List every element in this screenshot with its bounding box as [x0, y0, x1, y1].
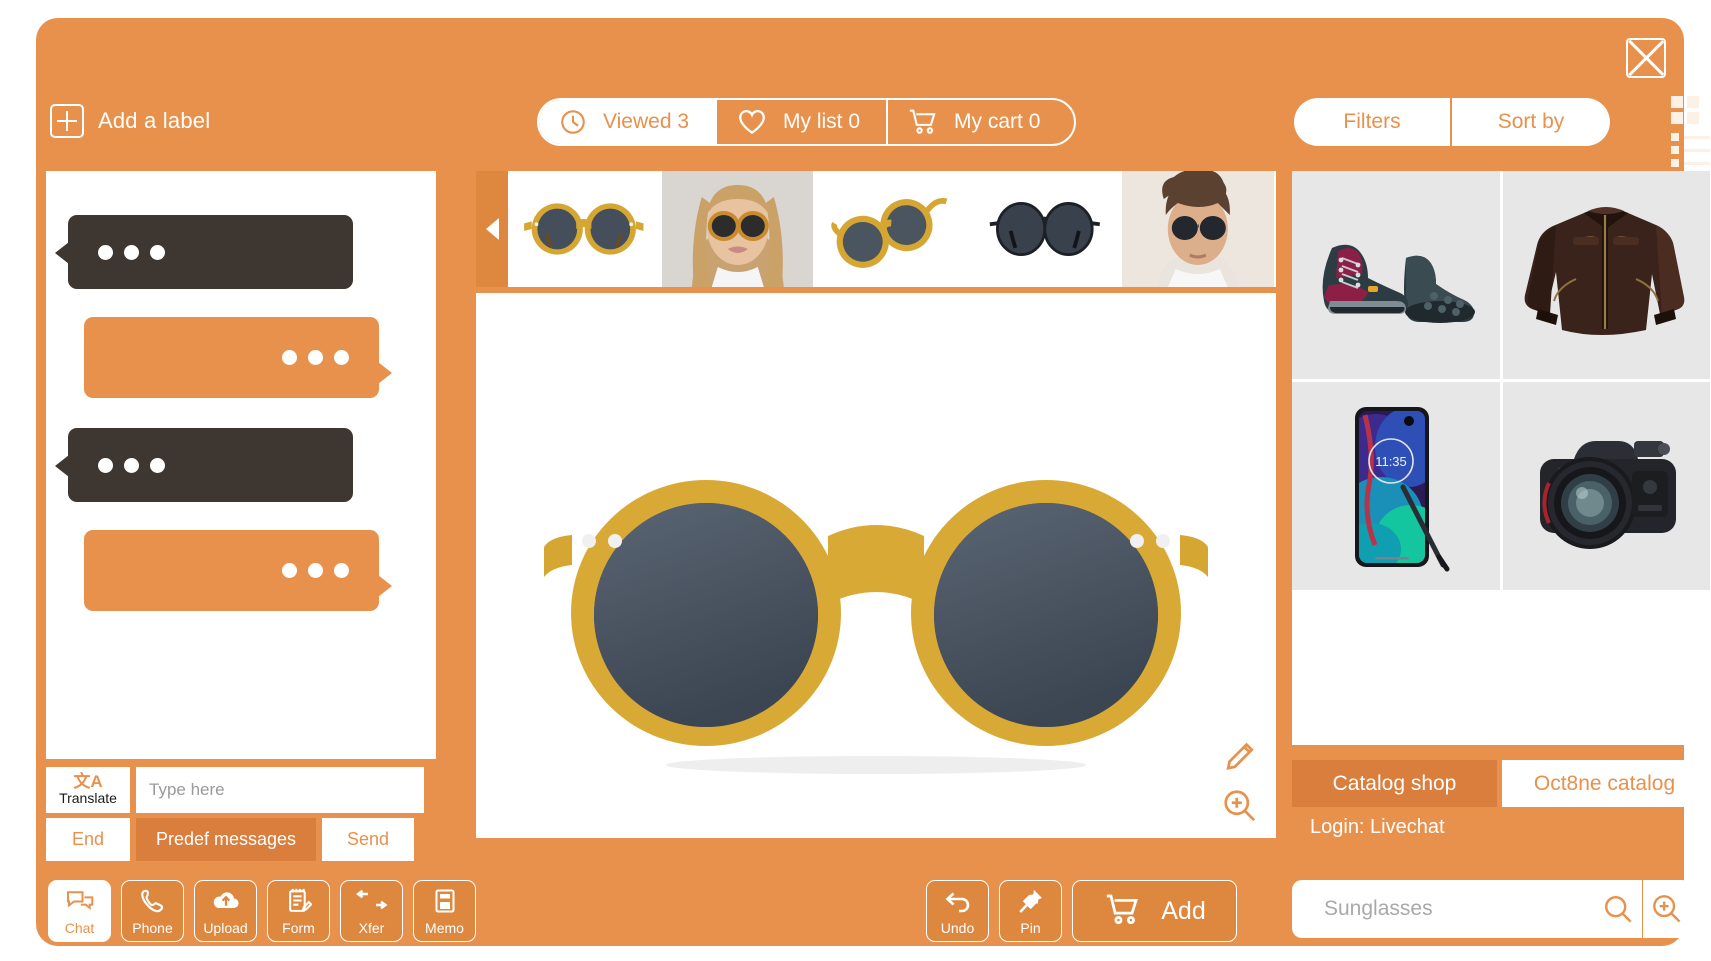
nav-viewed-label: Viewed 3 — [603, 110, 690, 133]
pin-button[interactable]: Pin — [999, 880, 1062, 942]
catalog-search-input[interactable] — [1292, 880, 1595, 938]
product-grid: 11:35 — [1292, 171, 1710, 590]
catalog-search-bar — [1292, 880, 1692, 938]
end-chat-button[interactable]: End — [46, 818, 130, 861]
tool-upload-label: Upload — [203, 919, 248, 936]
product-leather-jacket[interactable] — [1502, 171, 1710, 379]
typing-indicator — [282, 350, 349, 365]
add-label-button[interactable]: Add a label — [50, 104, 210, 138]
arrow-left-icon — [485, 218, 499, 240]
main-product-image — [544, 480, 1208, 774]
product-dslr-camera[interactable] — [1502, 382, 1710, 590]
top-bar: Add a label Viewed 3 My list 0 My cart 0… — [36, 96, 1710, 167]
predef-messages-button[interactable]: Predef messages — [136, 818, 316, 861]
nav-segment-group: Viewed 3 My list 0 My cart 0 — [537, 98, 1077, 146]
phone-icon — [140, 881, 166, 921]
login-status: Login: Livechat — [1310, 816, 1445, 838]
tool-form-label: Form — [282, 919, 315, 936]
product-smartphone-stylus[interactable]: 11:35 — [1292, 382, 1500, 590]
translate-label: Translate — [59, 790, 117, 807]
list-view-icon[interactable] — [1671, 133, 1710, 167]
form-edit-icon — [286, 881, 312, 921]
filters-button[interactable]: Filters — [1294, 98, 1452, 146]
chat-bubble-user — [84, 317, 392, 398]
nav-viewed[interactable]: Viewed 3 — [539, 100, 718, 144]
cart-icon — [909, 109, 936, 134]
chat-bubbles-icon — [65, 881, 95, 921]
tool-phone[interactable]: Phone — [121, 880, 184, 942]
thumbnail-woman-wearing-sunglasses[interactable] — [661, 171, 816, 287]
tab-oct8ne-catalog[interactable]: Oct8ne catalog — [1502, 760, 1707, 807]
transfer-arrows-icon — [355, 881, 388, 921]
send-button[interactable]: Send — [322, 818, 414, 861]
nav-my-list-label: My list 0 — [783, 110, 861, 133]
undo-label: Undo — [940, 919, 975, 936]
add-label-text: Add a label — [98, 108, 211, 133]
chat-input-row: 文A Translate — [46, 767, 424, 813]
translate-icon: 文A — [73, 772, 103, 792]
thumbnail-man-wearing-sunglasses[interactable] — [1122, 171, 1276, 287]
tool-memo[interactable]: Memo — [413, 880, 476, 942]
chat-message-input[interactable] — [136, 767, 424, 813]
magnify-plus-icon — [1653, 895, 1681, 923]
undo-button[interactable]: Undo — [926, 880, 989, 942]
chat-bubble-agent — [55, 215, 353, 289]
chat-transcript — [46, 171, 436, 759]
floppy-memo-icon — [433, 881, 457, 921]
view-toggle-group — [1671, 96, 1710, 167]
svg-text:11:35: 11:35 — [1375, 454, 1407, 469]
thumbnail-yellow-round-sunglasses-front[interactable] — [508, 171, 662, 287]
close-icon[interactable] — [1626, 38, 1666, 78]
grid-view-icon[interactable] — [1671, 96, 1710, 124]
thumbnail-prev-button[interactable] — [476, 171, 508, 287]
cloud-upload-icon — [211, 881, 241, 921]
sort-by-button[interactable]: Sort by — [1452, 98, 1610, 146]
add-to-cart-button[interactable]: Add — [1072, 880, 1237, 942]
magnify-plus-icon[interactable] — [1222, 788, 1258, 824]
search-icon — [1605, 896, 1632, 923]
undo-arrow-icon — [943, 881, 973, 921]
translate-button[interactable]: 文A Translate — [46, 767, 130, 813]
viewer-tools — [1222, 740, 1258, 824]
tool-upload[interactable]: Upload — [194, 880, 257, 942]
tab-catalog-shop[interactable]: Catalog shop — [1292, 760, 1497, 807]
catalog-panel: 11:35 — [1292, 171, 1710, 745]
catalog-tabs: Catalog shop Oct8ne catalog — [1292, 760, 1707, 807]
thumbnail-black-round-sunglasses[interactable] — [968, 171, 1123, 287]
thumbnail-strip — [476, 171, 1276, 287]
heart-icon — [739, 110, 765, 134]
typing-indicator — [98, 244, 165, 260]
product-hiking-boots[interactable] — [1292, 171, 1500, 379]
nav-my-cart[interactable]: My cart 0 — [888, 100, 1074, 144]
nav-my-cart-label: My cart 0 — [954, 110, 1041, 133]
tool-chat[interactable]: Chat — [48, 880, 111, 942]
center-actions: Undo Pin Add — [926, 880, 1237, 942]
chat-bubble-user — [84, 530, 392, 611]
product-viewer[interactable] — [476, 293, 1276, 838]
tool-xfer[interactable]: Xfer — [340, 880, 403, 942]
chat-bubble-agent — [55, 428, 353, 502]
app-window: Add a label Viewed 3 My list 0 My cart 0… — [36, 18, 1710, 946]
tool-form[interactable]: Form — [267, 880, 330, 942]
pencil-icon[interactable] — [1223, 740, 1257, 774]
tool-phone-label: Phone — [132, 919, 173, 936]
tool-chat-label: Chat — [64, 919, 95, 936]
thumbnail-yellow-sunglasses-angled[interactable] — [815, 171, 969, 287]
filter-sort-group: Filters Sort by — [1294, 98, 1610, 146]
chat-action-row: End Predef messages Send — [46, 818, 414, 861]
cart-icon — [1107, 894, 1139, 925]
pushpin-icon — [1017, 881, 1045, 921]
plus-square-icon — [50, 104, 84, 138]
tool-xfer-label: Xfer — [358, 919, 385, 936]
typing-indicator — [282, 563, 349, 578]
bottom-toolbar: Chat Phone Upload Form Xfer Memo — [48, 880, 476, 942]
advanced-search-button[interactable] — [1643, 893, 1692, 925]
typing-indicator — [98, 457, 165, 473]
tool-memo-label: Memo — [425, 919, 464, 936]
search-button[interactable] — [1595, 880, 1643, 938]
clock-icon — [561, 110, 585, 134]
pin-label: Pin — [1020, 919, 1041, 936]
add-to-cart-label: Add — [1161, 896, 1206, 925]
nav-my-list[interactable]: My list 0 — [717, 100, 889, 144]
